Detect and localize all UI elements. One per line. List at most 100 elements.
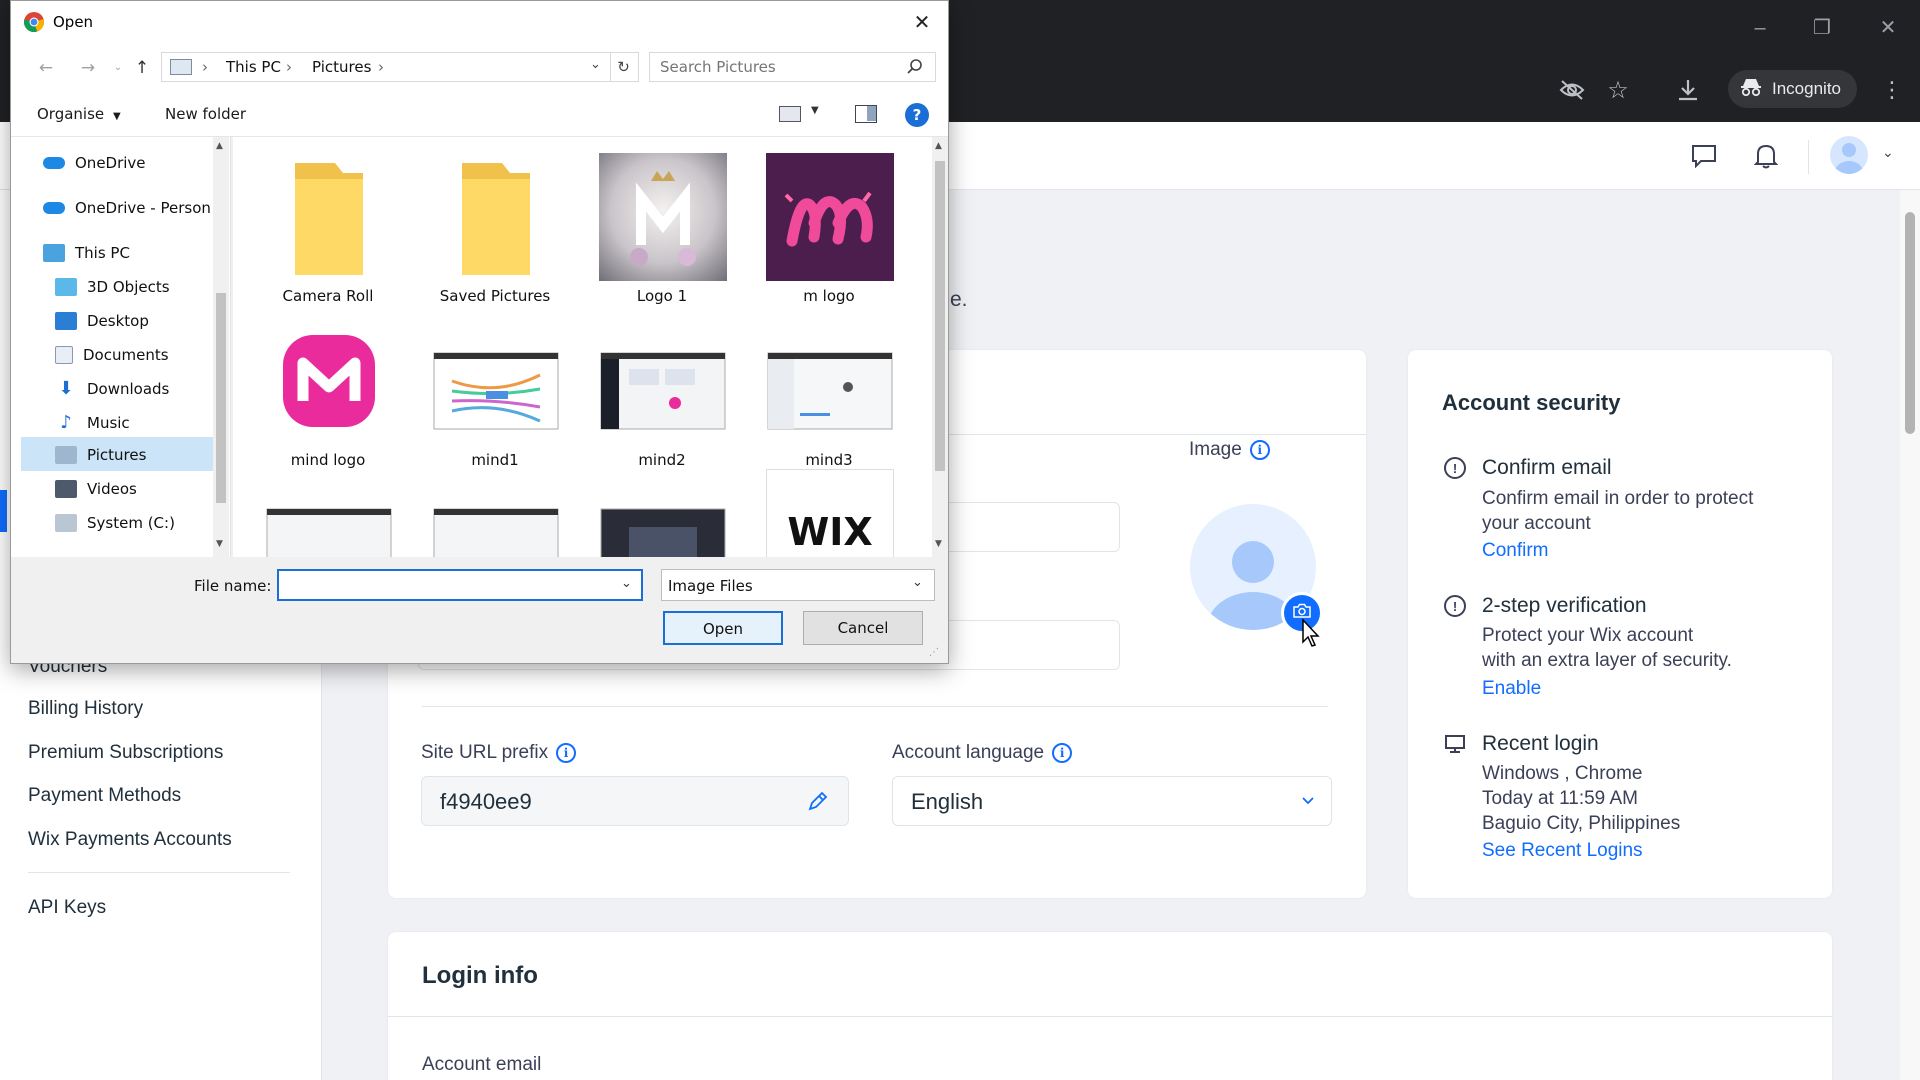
tree-item-desktop[interactable]: Desktop xyxy=(55,305,149,337)
see-recent-logins-link[interactable]: See Recent Logins xyxy=(1482,840,1643,862)
scroll-down-icon[interactable]: ▼ xyxy=(935,539,942,549)
up-arrow-icon[interactable]: ↑ xyxy=(131,57,153,79)
account-language-select[interactable]: English xyxy=(892,776,1332,826)
page-scrollbar-thumb[interactable] xyxy=(1905,212,1915,434)
help-icon[interactable]: ? xyxy=(905,103,929,127)
tree-item-downloads[interactable]: ⬇ Downloads xyxy=(55,373,169,405)
page-subtitle-fragment: e. xyxy=(950,288,968,311)
scroll-up-icon[interactable]: ▲ xyxy=(216,141,223,151)
file-name-label: File name: xyxy=(194,577,272,595)
preview-pane-icon[interactable] xyxy=(855,105,877,123)
file-name-input[interactable] xyxy=(279,571,609,599)
dialog-address-bar[interactable]: › This PC › Pictures › ⌄ xyxy=(161,52,611,82)
page-scrollbar[interactable] xyxy=(1900,190,1920,1080)
tree-item-system-c[interactable]: System (C:) xyxy=(55,507,175,539)
forward-arrow-icon[interactable]: → xyxy=(77,57,99,79)
chat-icon[interactable] xyxy=(1688,140,1720,172)
refresh-icon[interactable]: ↻ xyxy=(609,52,639,82)
file-camera-roll[interactable]: Camera Roll xyxy=(253,141,403,305)
site-url-prefix-field[interactable]: f4940ee9 xyxy=(421,776,849,826)
scroll-up-icon[interactable]: ▲ xyxy=(935,141,942,151)
download-icon[interactable] xyxy=(1670,72,1706,108)
file-thumbnail-partial[interactable] xyxy=(253,467,403,557)
cloud-icon xyxy=(43,157,65,169)
cancel-button[interactable]: Cancel xyxy=(803,611,923,645)
info-icon[interactable]: i xyxy=(1052,743,1073,763)
dialog-search[interactable] xyxy=(649,52,936,82)
file-m-logo[interactable]: m logo xyxy=(754,141,904,305)
document-icon xyxy=(55,346,73,364)
file-thumbnail-partial[interactable] xyxy=(587,467,737,557)
incognito-badge[interactable]: Incognito xyxy=(1728,70,1857,108)
nav-pane-scrollbar[interactable]: ▲ ▼ xyxy=(213,137,229,557)
dialog-search-input[interactable] xyxy=(650,53,900,81)
confirm-email-link[interactable]: Confirm xyxy=(1482,540,1549,562)
file-mind-logo[interactable]: mind logo xyxy=(253,305,403,469)
file-type-select[interactable]: Image Files ⌄ xyxy=(661,569,935,601)
back-arrow-icon[interactable]: ← xyxy=(35,57,57,79)
nav-item-payment-methods[interactable]: Payment Methods xyxy=(28,785,181,807)
two-step-title: 2-step verification xyxy=(1482,594,1647,617)
bell-icon[interactable] xyxy=(1750,140,1782,172)
nav-item-wix-payments-accounts[interactable]: Wix Payments Accounts xyxy=(28,829,232,851)
info-icon[interactable]: i xyxy=(556,743,577,763)
pencil-icon[interactable] xyxy=(806,789,830,818)
tree-item-documents[interactable]: Documents xyxy=(55,339,169,371)
two-step-text: with an extra layer of security. xyxy=(1482,650,1732,671)
nav-item-billing-history[interactable]: Billing History xyxy=(28,698,143,720)
chevron-down-icon[interactable]: ⌄ xyxy=(621,576,632,591)
file-saved-pictures[interactable]: Saved Pictures xyxy=(420,141,570,305)
file-wix[interactable]: WIX xyxy=(754,467,904,557)
account-language-label: Account language i xyxy=(892,742,1073,764)
chevron-down-icon: ⌄ xyxy=(912,575,923,590)
nav-item-premium-subscriptions[interactable]: Premium Subscriptions xyxy=(28,742,223,764)
chevron-down-icon[interactable]: ⌄ xyxy=(1882,144,1894,161)
search-icon[interactable] xyxy=(906,58,924,80)
file-pane-scrollbar[interactable]: ▲ ▼ xyxy=(932,137,948,557)
file-mind3[interactable]: mind3 xyxy=(754,305,904,469)
breadcrumb-pictures[interactable]: Pictures xyxy=(312,58,371,76)
close-window-button[interactable]: ✕ xyxy=(1868,10,1908,46)
tree-item-music[interactable]: ♪ Music xyxy=(55,407,129,439)
dialog-close-button[interactable]: ✕ xyxy=(905,7,939,37)
nav-active-indicator xyxy=(0,490,7,532)
bookmark-star-icon[interactable]: ☆ xyxy=(1600,72,1636,108)
pc-icon xyxy=(170,59,192,75)
file-logo-1[interactable]: Logo 1 xyxy=(587,141,737,305)
scroll-down-icon[interactable]: ▼ xyxy=(216,539,223,549)
dialog-titlebar: Open ✕ xyxy=(11,1,948,43)
tree-item-3d-objects[interactable]: 3D Objects xyxy=(55,271,170,303)
nav-item-api-keys[interactable]: API Keys xyxy=(28,897,106,919)
more-vertical-icon[interactable]: ⋮ xyxy=(1880,74,1904,106)
recent-locations-chevron-icon[interactable]: ⌄ xyxy=(107,57,129,79)
account-language-value: English xyxy=(911,789,984,814)
account-security-title: Account security xyxy=(1442,390,1621,415)
tree-item-onedrive[interactable]: OneDrive xyxy=(43,147,146,179)
file-type-value: Image Files xyxy=(668,577,753,595)
file-mind1[interactable]: mind1 xyxy=(420,305,570,469)
avatar[interactable] xyxy=(1830,136,1868,174)
file-pane-scrollbar-thumb[interactable] xyxy=(935,161,945,471)
resize-grip-icon[interactable]: ⋰ xyxy=(929,647,939,658)
open-button[interactable]: Open xyxy=(663,611,783,645)
breadcrumb-this-pc[interactable]: This PC xyxy=(226,58,281,76)
chevron-down-icon[interactable]: ⌄ xyxy=(590,57,601,72)
image-thumbnail xyxy=(432,317,560,445)
tree-item-this-pc[interactable]: This PC xyxy=(43,237,130,269)
view-options-icon[interactable] xyxy=(779,106,801,122)
eye-off-icon[interactable] xyxy=(1554,72,1590,108)
organise-button[interactable]: Organise ▼ xyxy=(37,105,121,123)
nav-pane-scrollbar-thumb[interactable] xyxy=(216,293,226,503)
minimize-button[interactable]: – xyxy=(1740,10,1780,46)
dropdown-triangle-icon[interactable]: ▼ xyxy=(811,105,819,116)
maximize-button[interactable]: ❐ xyxy=(1802,10,1842,46)
new-folder-button[interactable]: New folder xyxy=(165,105,246,123)
info-icon[interactable]: i xyxy=(1249,440,1270,460)
tree-item-onedrive-personal[interactable]: OneDrive - Person xyxy=(43,192,211,224)
tree-item-videos[interactable]: Videos xyxy=(55,473,137,505)
file-thumbnail-partial[interactable] xyxy=(420,467,570,557)
enable-two-step-link[interactable]: Enable xyxy=(1482,678,1541,700)
file-name-field[interactable]: ⌄ xyxy=(277,569,643,601)
file-mind2[interactable]: mind2 xyxy=(587,305,737,469)
tree-item-pictures[interactable]: Pictures xyxy=(55,439,146,471)
